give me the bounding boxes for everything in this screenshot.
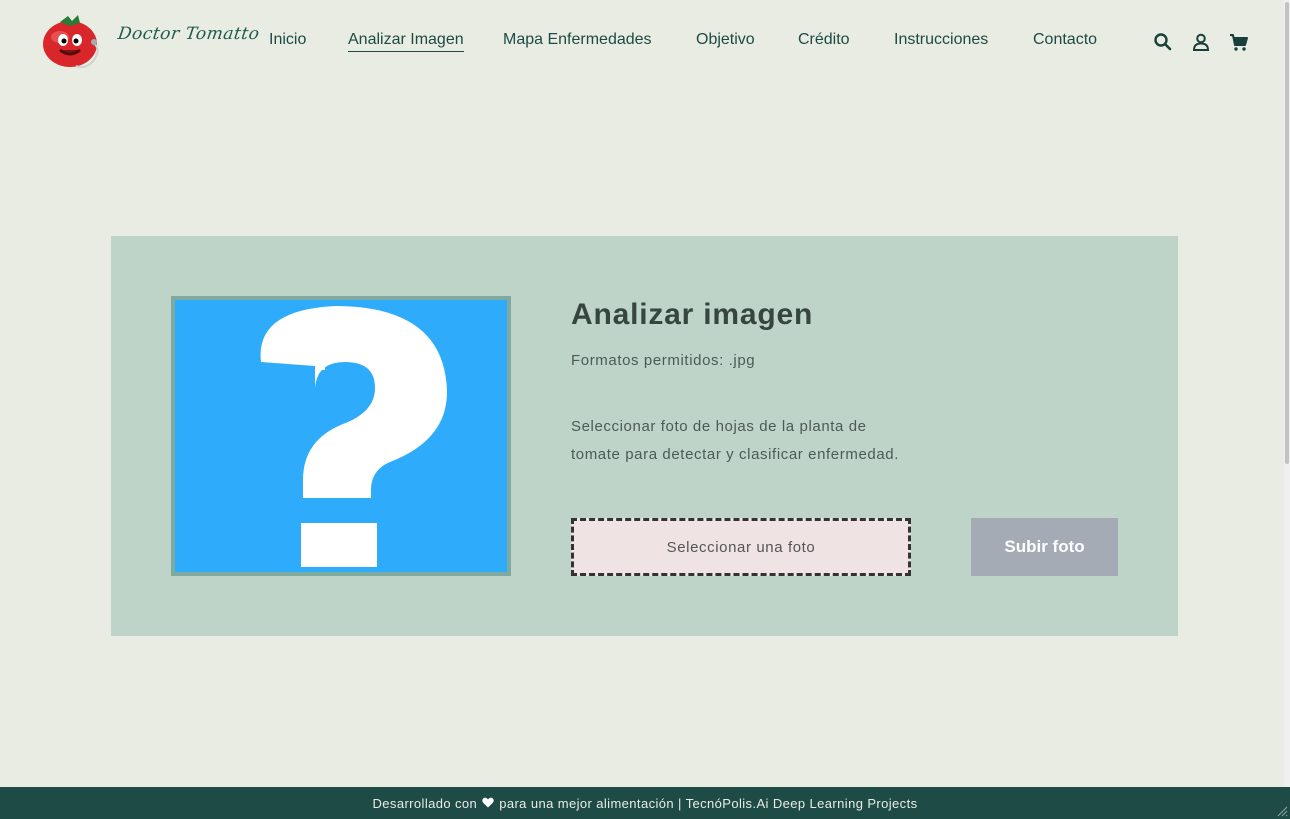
doctor-tomatto-logo[interactable] (40, 12, 102, 70)
nav-item-analizar-imagen[interactable]: Analizar Imagen (348, 31, 464, 52)
image-preview (171, 296, 511, 576)
analyze-image-card: Analizar imagen Formatos permitidos: .jp… (111, 236, 1178, 636)
brand-name[interactable]: Doctor Tomatto (117, 24, 261, 44)
footer-prefix: Desarrollado con (372, 795, 478, 811)
page-title: Analizar imagen (571, 298, 814, 331)
site-header: Doctor Tomatto Inicio Analizar Imagen Ma… (0, 0, 1290, 82)
user-icon[interactable] (1191, 32, 1211, 52)
page-scrollbar[interactable] (1284, 0, 1290, 787)
resize-grip-icon[interactable] (1276, 805, 1288, 817)
nav-item-mapa-enfermedades[interactable]: Mapa Enfermedades (503, 31, 652, 49)
question-mark-icon (260, 306, 447, 567)
site-footer: Desarrollado con para una mejor alimenta… (0, 787, 1290, 819)
scrollbar-thumb[interactable] (1285, 2, 1289, 464)
file-select-label: Seleccionar una foto (666, 538, 816, 556)
heart-icon (482, 796, 494, 811)
file-select-dropzone[interactable]: Seleccionar una foto (571, 518, 911, 576)
nav-item-inicio[interactable]: Inicio (269, 31, 306, 49)
search-icon[interactable] (1153, 32, 1173, 52)
footer-suffix: para una mejor alimentación | TecnóPolis… (499, 795, 918, 811)
nav-item-credito[interactable]: Crédito (798, 31, 850, 49)
cart-icon[interactable] (1229, 32, 1249, 52)
nav-item-objetivo[interactable]: Objetivo (696, 31, 755, 49)
nav-item-instrucciones[interactable]: Instrucciones (894, 31, 988, 49)
instructions-text: Seleccionar foto de hojas de la planta d… (571, 418, 899, 463)
nav-item-contacto[interactable]: Contacto (1033, 31, 1097, 49)
allowed-formats: Formatos permitidos: .jpg (571, 352, 756, 369)
upload-button[interactable]: Subir foto (971, 518, 1118, 576)
